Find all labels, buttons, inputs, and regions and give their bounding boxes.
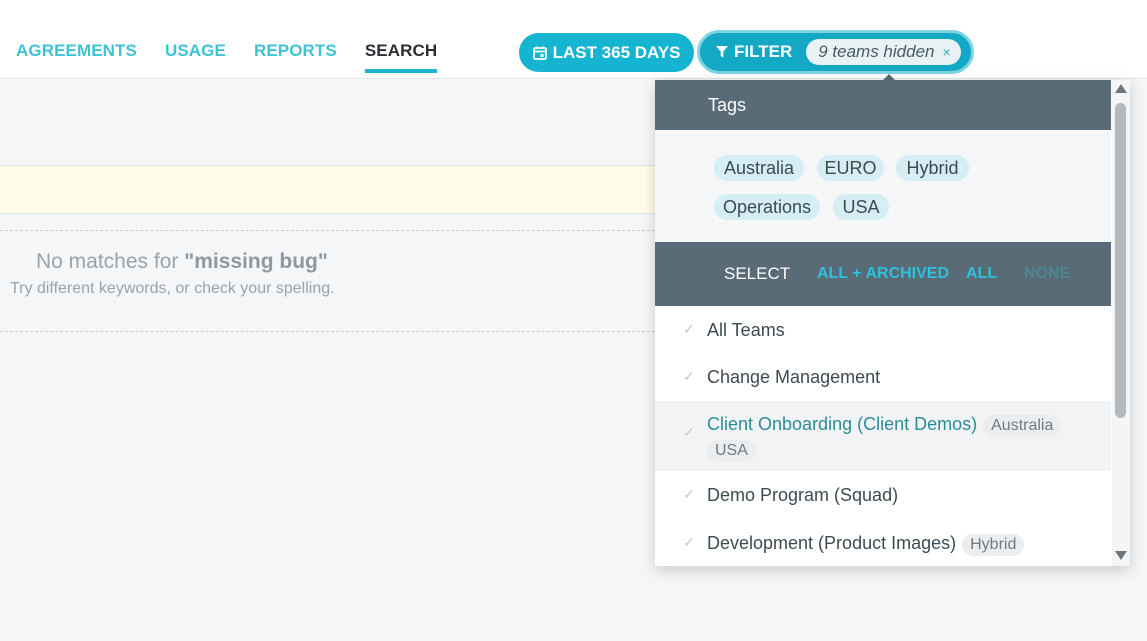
select-all-button[interactable]: ALL (966, 265, 997, 283)
tag-chip-euro[interactable]: EURO (817, 155, 884, 181)
select-all-archived-button[interactable]: ALL + ARCHIVED (817, 265, 949, 283)
scroll-up-icon[interactable] (1115, 84, 1127, 93)
hidden-teams-chip[interactable]: 9 teams hidden × (806, 39, 961, 65)
check-icon: ✓ (683, 368, 695, 384)
no-matches-message: No matches for "missing bug" (36, 250, 328, 274)
main-nav: AGREEMENTS USAGE REPORTS SEARCH (16, 41, 438, 73)
scrollbar-thumb[interactable] (1115, 103, 1126, 418)
search-notice-row (0, 165, 660, 214)
tag-chip-usa[interactable]: USA (833, 194, 889, 220)
team-item[interactable]: ✓ Change Management (655, 365, 1111, 389)
hidden-teams-text: 9 teams hidden (818, 42, 935, 61)
tags-list: Australia EURO Hybrid Operations USA (655, 130, 1111, 242)
team-name: All Teams (707, 320, 785, 340)
team-item[interactable]: ✓ All Teams (655, 318, 1111, 342)
check-icon: ✓ (683, 534, 695, 550)
check-icon: ✓ (683, 486, 695, 502)
filter-icon (716, 46, 728, 58)
team-item[interactable]: ✓ Client Onboarding (Client Demos) Austra… (655, 401, 1111, 471)
calendar-icon (532, 46, 547, 60)
date-range-label: LAST 365 DAYS (552, 42, 681, 62)
tag-chip-hybrid[interactable]: Hybrid (896, 155, 969, 181)
tag-chip-operations[interactable]: Operations (714, 194, 820, 220)
tag-chip-australia[interactable]: Australia (714, 155, 804, 181)
team-name: Demo Program (Squad) (707, 485, 899, 505)
team-name: Client Onboarding (Client Demos) (707, 414, 978, 434)
team-tag: USA (707, 440, 756, 462)
date-range-button[interactable]: LAST 365 DAYS (519, 33, 694, 72)
tab-reports[interactable]: REPORTS (254, 41, 337, 73)
select-bar: SELECT ALL + ARCHIVED ALL NONE (655, 242, 1111, 306)
select-label: SELECT (724, 264, 791, 283)
tags-header: Tags (655, 80, 1111, 130)
divider (0, 331, 660, 332)
team-item[interactable]: ✓ Demo Program (Squad) (655, 483, 1111, 507)
team-name: Development (Product Images) (707, 533, 957, 553)
divider (0, 230, 660, 231)
scroll-down-icon[interactable] (1115, 551, 1127, 560)
filter-label: FILTER (734, 42, 793, 61)
tab-agreements[interactable]: AGREEMENTS (16, 41, 137, 73)
no-matches-prefix: No matches for (36, 250, 185, 273)
check-icon: ✓ (683, 321, 695, 337)
search-query: "missing bug" (184, 250, 328, 273)
team-name: Change Management (707, 367, 881, 387)
tab-search[interactable]: SEARCH (364, 41, 438, 73)
top-bar: AGREEMENTS USAGE REPORTS SEARCH LAST 365… (0, 0, 1147, 79)
close-icon[interactable]: × (942, 44, 950, 60)
team-item[interactable]: ✓ Development (Product Images) Hybrid (655, 531, 1111, 556)
filter-button[interactable]: FILTER 9 teams hidden × (697, 30, 974, 74)
tab-usage[interactable]: USAGE (165, 41, 226, 73)
check-icon: ✓ (683, 424, 695, 440)
team-tag: Australia (983, 415, 1062, 437)
select-none-button[interactable]: NONE (1024, 265, 1070, 283)
filter-dropdown-panel: Tags Australia EURO Hybrid Operations US… (655, 80, 1130, 566)
search-hint: Try different keywords, or check your sp… (10, 280, 335, 297)
team-tag: Hybrid (962, 534, 1025, 556)
